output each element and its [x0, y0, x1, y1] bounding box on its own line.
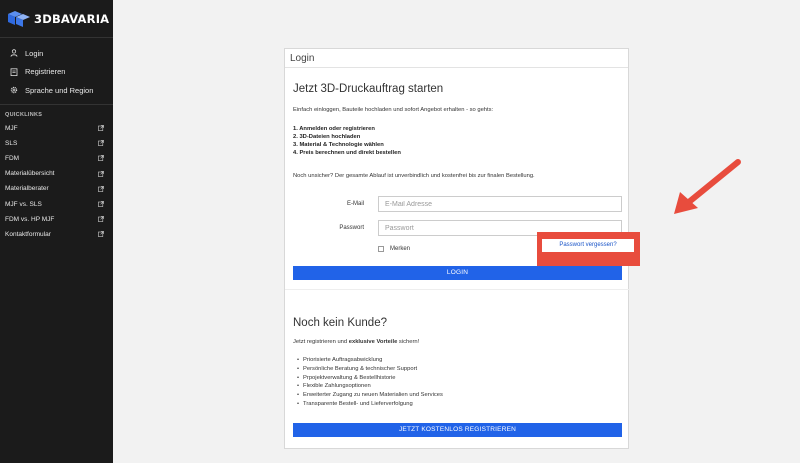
quicklinks-title: QUICKLINKS: [5, 111, 43, 118]
quicklink-mjf[interactable]: MJF: [0, 121, 113, 136]
register-intro-bold: exklusive Vorteile: [348, 339, 398, 345]
list-item: Persönliche Beratung & technischer Suppo…: [297, 365, 443, 374]
quicklink-fdm[interactable]: FDM: [0, 151, 113, 166]
user-icon: [10, 49, 18, 57]
sidebar-item-registrieren[interactable]: Registrieren: [0, 63, 113, 82]
email-field[interactable]: [378, 196, 622, 212]
quicklink-label: FDM vs. HP MJF: [5, 215, 55, 223]
remember-label: Merken: [390, 246, 411, 252]
brand-name: 3DBAVARIA: [34, 11, 110, 26]
register-button[interactable]: JETZT KOSTENLOS REGISTRIEREN: [293, 423, 622, 437]
section-divider: [285, 289, 630, 290]
login-heading: Jetzt 3D-Druckauftrag starten: [293, 83, 444, 95]
login-note: Noch unsicher? Der gesamte Ablauf ist un…: [293, 173, 535, 179]
forgot-password-highlight: Passwort vergessen?: [537, 232, 640, 266]
sidebar-item-label: Sprache und Region: [25, 85, 94, 95]
quicklink-label: FDM: [5, 154, 20, 162]
email-label: E-Mail: [346, 201, 364, 207]
step-item: 2. 3D-Dateien hochladen: [293, 134, 361, 140]
step-item: 1. Anmelden oder registrieren: [293, 126, 375, 132]
register-intro-prefix: Jetzt registrieren und: [293, 339, 349, 345]
register-heading: Noch kein Kunde?: [293, 317, 387, 329]
quicklink-materialberater[interactable]: Materialberater: [0, 181, 113, 196]
login-intro: Einfach einloggen, Bauteile hochladen un…: [293, 107, 494, 113]
external-link-icon: [98, 216, 104, 223]
register-intro-suffix: sichern!: [397, 339, 420, 345]
external-link-icon: [98, 155, 104, 162]
clipboard-icon: [10, 68, 18, 76]
quicklink-kontaktformular[interactable]: Kontaktformular: [0, 227, 113, 242]
logo-icon: [8, 10, 30, 27]
list-item: Erweiterter Zugang zu neuen Materialien …: [297, 391, 443, 400]
gear-icon: [10, 86, 18, 94]
sidebar-item-sprache[interactable]: Sprache und Region: [0, 81, 113, 100]
sidebar: 3DBAVARIA Login Registrieren Sprache und…: [0, 0, 113, 463]
external-link-icon: [98, 170, 104, 177]
password-label: Passwort: [339, 225, 364, 231]
list-item: Prpojektverwaltung & Bestellhistorie: [297, 374, 443, 383]
sidebar-item-label: Login: [25, 48, 44, 58]
quicklink-materialuebersicht[interactable]: Materialübersicht: [0, 166, 113, 181]
steps-list: 1. Anmelden oder registrieren 2. 3D-Date…: [293, 125, 401, 157]
annotation-arrow-icon: [674, 159, 741, 214]
remember-checkbox[interactable]: Merken: [378, 246, 410, 252]
list-item: Priorisierte Auftragsabwicklung: [297, 356, 443, 365]
list-item: Flexible Zahlungsoptionen: [297, 382, 443, 391]
quicklink-label: Materialübersicht: [5, 170, 55, 178]
external-link-icon: [98, 201, 104, 207]
quicklink-label: Materialberater: [5, 185, 49, 193]
quicklinks-list: MJF SLS FDM Materialübersicht Materialbe…: [0, 121, 113, 243]
step-item: 3. Material & Technologie wählen: [293, 142, 384, 148]
quicklink-label: SLS: [5, 139, 18, 147]
quicklink-label: Kontaktformular: [5, 230, 51, 238]
sidebar-nav: Login Registrieren Sprache und Region: [0, 38, 113, 105]
quicklink-fdm-vs-mjf[interactable]: FDM vs. HP MJF: [0, 212, 113, 227]
benefits-list: Priorisierte Auftragsabwicklung Persönli…: [297, 356, 443, 409]
step-item: 4. Preis berechnen und direkt bestellen: [293, 150, 401, 156]
forgot-password-link[interactable]: Passwort vergessen?: [542, 239, 634, 252]
external-link-icon: [98, 125, 104, 131]
quicklink-label: MJF vs. SLS: [5, 200, 42, 208]
quicklink-sls[interactable]: SLS: [0, 136, 113, 151]
sidebar-item-label: Registrieren: [25, 67, 66, 77]
brand-logo[interactable]: 3DBAVARIA: [0, 0, 113, 38]
card-title: Login: [285, 49, 628, 68]
register-intro: Jetzt registrieren und exklusive Vorteil…: [293, 339, 419, 345]
quicklink-label: MJF: [5, 124, 18, 132]
external-link-icon: [98, 231, 104, 238]
list-item: Transparente Bestell- und Lieferverfolgu…: [297, 400, 443, 409]
checkbox-box[interactable]: [378, 246, 384, 252]
quicklink-mjf-vs-sls[interactable]: MJF vs. SLS: [0, 196, 113, 211]
sidebar-item-login[interactable]: Login: [0, 44, 113, 63]
external-link-icon: [98, 185, 104, 192]
external-link-icon: [98, 140, 104, 147]
login-button[interactable]: LOGIN: [293, 266, 622, 280]
